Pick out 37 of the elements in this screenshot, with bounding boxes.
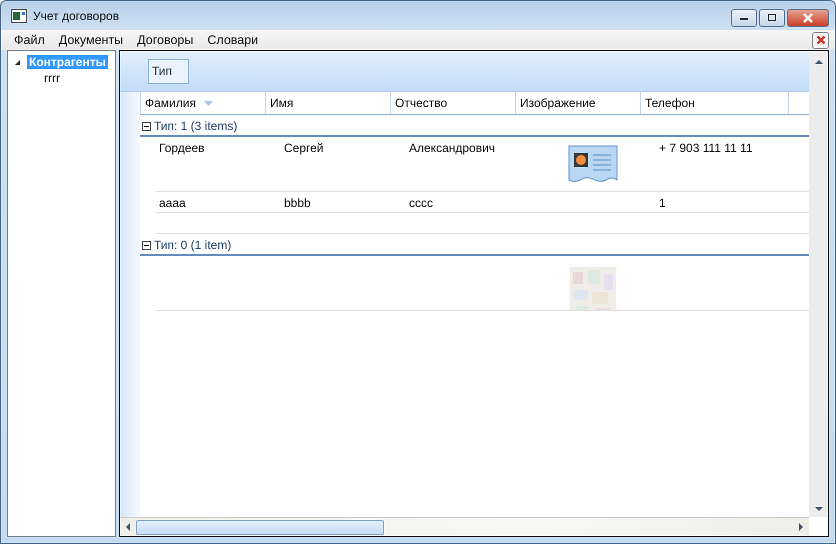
table-cell: 1 [659,196,666,210]
close-button[interactable] [812,32,829,48]
column-header[interactable]: Отчество [391,92,516,114]
column-header[interactable]: Изображение [516,92,641,114]
menu-item[interactable]: Договоры [130,33,200,47]
close-icon [802,13,814,23]
vertical-scrollbar[interactable] [809,51,828,536]
collapse-icon[interactable] [14,58,21,66]
window-title: Учет договоров [33,8,120,22]
menu-item[interactable]: Файл [7,33,52,47]
column-header[interactable]: Телефон [641,92,789,114]
minimize-button[interactable] [731,9,757,27]
app-icon [11,8,27,22]
table-cell: bbbb [284,196,311,210]
table-cell: aaaa [159,196,186,210]
column-header[interactable]: Имя [266,92,391,114]
group-header[interactable]: Тип: 0 (1 item) [154,238,232,252]
table-cell: Александрович [409,141,496,155]
group-chip[interactable]: Тип [148,58,190,84]
table-cell: + 7 903 111 11 11 [659,141,753,155]
group-header[interactable]: Тип: 1 (3 items) [154,119,238,133]
maximize-icon [767,14,777,22]
close-button[interactable] [787,9,829,27]
column-header[interactable]: Фамилия [141,92,266,114]
id-card-icon [568,145,618,183]
table-cell: Сергей [284,141,324,155]
collapse-icon[interactable] [142,240,151,250]
table-cell: Гордеев [159,141,204,155]
horizontal-scrollbar[interactable] [120,517,809,536]
table-cell: cccc [409,196,433,210]
tree-item[interactable]: rrrr [42,71,62,85]
collapse-icon[interactable] [142,122,151,130]
maximize-button[interactable] [759,9,785,27]
menu-item[interactable]: Словари [200,33,266,47]
scrollbar-thumb[interactable] [136,520,384,534]
menu-item[interactable]: Документы [52,33,130,47]
close-icon [816,35,826,45]
